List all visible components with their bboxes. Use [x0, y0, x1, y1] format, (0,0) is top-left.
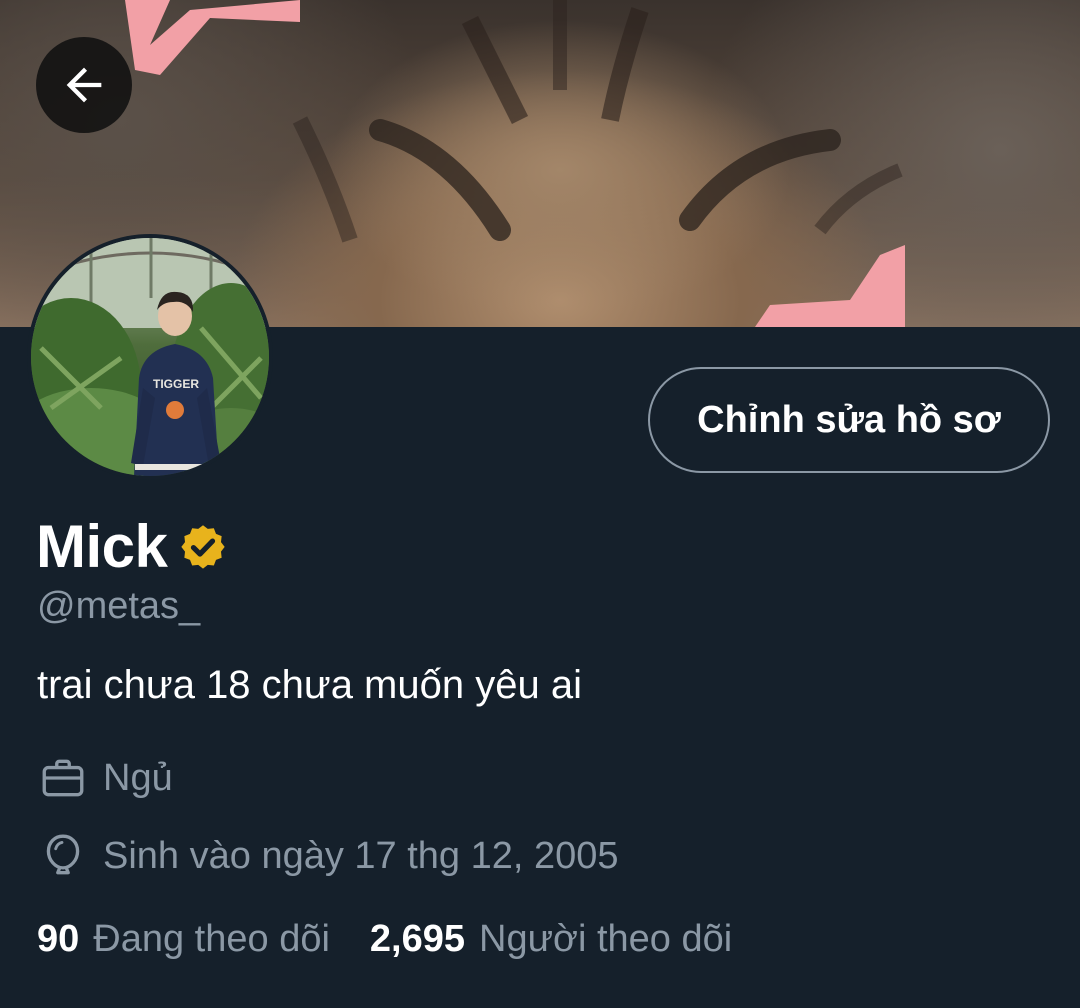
profile-birthday: Sinh vào ngày 17 thg 12, 2005 [37, 830, 619, 882]
edit-profile-button[interactable]: Chỉnh sửa hồ sơ [648, 367, 1050, 473]
user-handle: @metas_ [37, 585, 201, 627]
verified-badge-icon[interactable] [177, 522, 229, 574]
back-button[interactable] [36, 37, 132, 133]
following-label: Đang theo dõi [93, 918, 330, 960]
avatar[interactable]: TIGGER [27, 234, 273, 480]
birthday-text: Sinh vào ngày 17 thg 12, 2005 [103, 834, 619, 877]
briefcase-icon [37, 752, 89, 804]
job-text: Ngủ [103, 756, 173, 799]
followers-stat[interactable]: 2,695 Người theo dõi [370, 918, 732, 961]
following-count: 90 [37, 918, 80, 960]
name-row: Mick [36, 510, 229, 582]
avatar-image: TIGGER [31, 238, 269, 476]
followers-count: 2,695 [369, 918, 466, 960]
following-stat[interactable]: 90 Đang theo dõi [37, 918, 330, 961]
followers-label: Người theo dõi [479, 918, 733, 960]
balloon-icon [37, 830, 89, 882]
svg-text:TIGGER: TIGGER [153, 377, 199, 391]
arrow-left-icon [66, 67, 102, 103]
follow-stats: 90 Đang theo dõi 2,695 Người theo dõi [37, 918, 732, 961]
bio-text: trai chưa 18 chưa muốn yêu ai [37, 663, 582, 707]
profile-job: Ngủ [37, 752, 173, 804]
display-name: Mick [36, 512, 168, 580]
